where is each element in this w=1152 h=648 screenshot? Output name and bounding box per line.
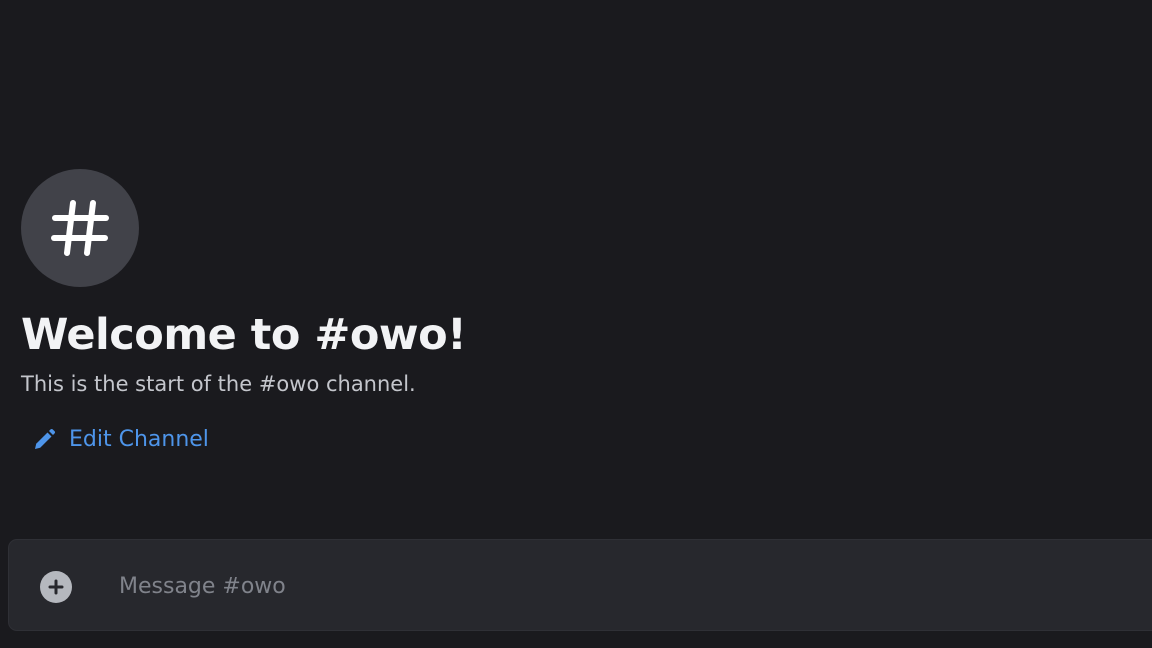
channel-avatar — [21, 169, 139, 287]
chat-view: Welcome to #owo! This is the start of th… — [0, 0, 1152, 648]
bottom-strip — [0, 636, 1152, 648]
channel-welcome: Welcome to #owo! This is the start of th… — [21, 169, 467, 456]
welcome-subtitle: This is the start of the #owo channel. — [21, 372, 416, 396]
welcome-title: Welcome to #owo! — [21, 310, 467, 360]
pencil-icon — [32, 427, 58, 453]
edit-channel-button[interactable]: Edit Channel — [32, 427, 209, 453]
edit-channel-label: Edit Channel — [69, 427, 209, 452]
message-composer — [8, 539, 1152, 631]
add-attachment-button[interactable] — [40, 571, 72, 603]
plus-icon — [48, 579, 64, 595]
hashtag-icon — [51, 200, 109, 256]
message-input[interactable] — [119, 568, 1019, 604]
